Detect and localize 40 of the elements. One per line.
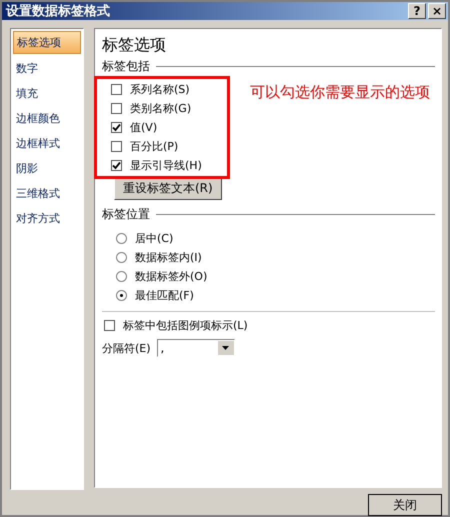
checkbox[interactable] — [111, 122, 122, 133]
sidebar-item[interactable]: 边框颜色 — [13, 108, 81, 129]
field-label: 分隔符(E) — [102, 340, 151, 356]
radio-button[interactable] — [116, 271, 127, 282]
close-button[interactable]: × — [428, 3, 446, 19]
checkbox-label: 类别名称(G) — [130, 101, 192, 116]
sidebar-item[interactable]: 填充 — [13, 83, 81, 104]
dropdown-value: , — [160, 341, 164, 355]
radio-label: 数据标签外(O) — [135, 269, 208, 284]
section-heading: 标签位置 — [102, 206, 150, 223]
section-heading: 标签包括 — [102, 58, 150, 75]
checkbox[interactable] — [111, 103, 122, 114]
radio-label: 居中(C) — [135, 231, 174, 246]
radio-button[interactable] — [116, 233, 127, 244]
checkbox[interactable] — [111, 84, 122, 95]
radio-label: 最佳匹配(F) — [135, 288, 194, 303]
window-title: 设置数据标签格式 — [6, 3, 110, 20]
reset-button[interactable]: 重设标签文本(R) — [114, 177, 222, 200]
sidebar-item[interactable]: 数字 — [13, 58, 81, 79]
panel-title: 标签选项 — [102, 35, 167, 56]
radio-button[interactable] — [116, 252, 127, 263]
checkbox[interactable] — [111, 141, 122, 152]
checkbox-label: 标签中包括图例项标示(L) — [123, 318, 248, 333]
checkbox[interactable] — [111, 160, 122, 171]
checkbox-label: 百分比(P) — [130, 139, 178, 154]
checkbox-label: 值(V) — [130, 120, 158, 135]
sidebar-item[interactable]: 三维格式 — [13, 183, 81, 204]
close-button[interactable]: 关闭 — [368, 494, 442, 516]
sidebar-item[interactable]: 对齐方式 — [13, 208, 81, 229]
annotation-text: 可以勾选你需要显示的选项 — [250, 82, 430, 102]
checkbox[interactable] — [104, 320, 115, 331]
radio-label: 数据标签内(I) — [135, 250, 202, 265]
checkbox-label: 显示引导线(H) — [130, 158, 202, 173]
separator-dropdown[interactable]: , — [156, 339, 235, 357]
checkbox-label: 系列名称(S) — [130, 82, 190, 97]
sidebar-item[interactable]: 阴影 — [13, 158, 81, 179]
radio-button[interactable] — [116, 290, 127, 301]
sidebar-item[interactable]: 边框样式 — [13, 133, 81, 154]
sidebar-item[interactable]: 标签选项 — [13, 31, 81, 54]
help-button[interactable]: ? — [408, 3, 426, 19]
